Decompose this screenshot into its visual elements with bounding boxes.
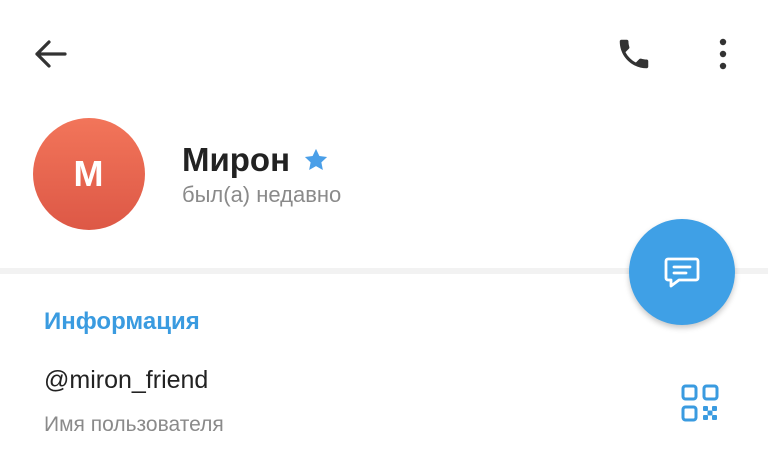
- phone-icon: [619, 39, 649, 69]
- username-caption: Имя пользователя: [44, 413, 224, 436]
- name-row: Мирон: [182, 138, 330, 182]
- username-value[interactable]: @miron_friend: [44, 366, 208, 395]
- avatar-initial: M: [73, 153, 105, 194]
- more-vertical-icon: [719, 38, 727, 70]
- send-message-button[interactable]: [629, 219, 735, 325]
- qr-code-icon: [681, 384, 719, 422]
- contact-name: Мирон: [182, 141, 291, 178]
- star-icon: [302, 146, 330, 174]
- last-seen-status: был(а) недавно: [182, 182, 342, 207]
- more-options-button[interactable]: [700, 30, 746, 78]
- info-section-title: Информация: [44, 308, 200, 335]
- qr-code-button[interactable]: [672, 378, 728, 428]
- arrow-left-icon: [35, 40, 67, 68]
- message-icon: [664, 257, 700, 288]
- top-app-bar: [0, 0, 768, 108]
- call-button[interactable]: [606, 30, 662, 78]
- avatar[interactable]: M: [33, 118, 145, 230]
- back-button[interactable]: [22, 30, 78, 78]
